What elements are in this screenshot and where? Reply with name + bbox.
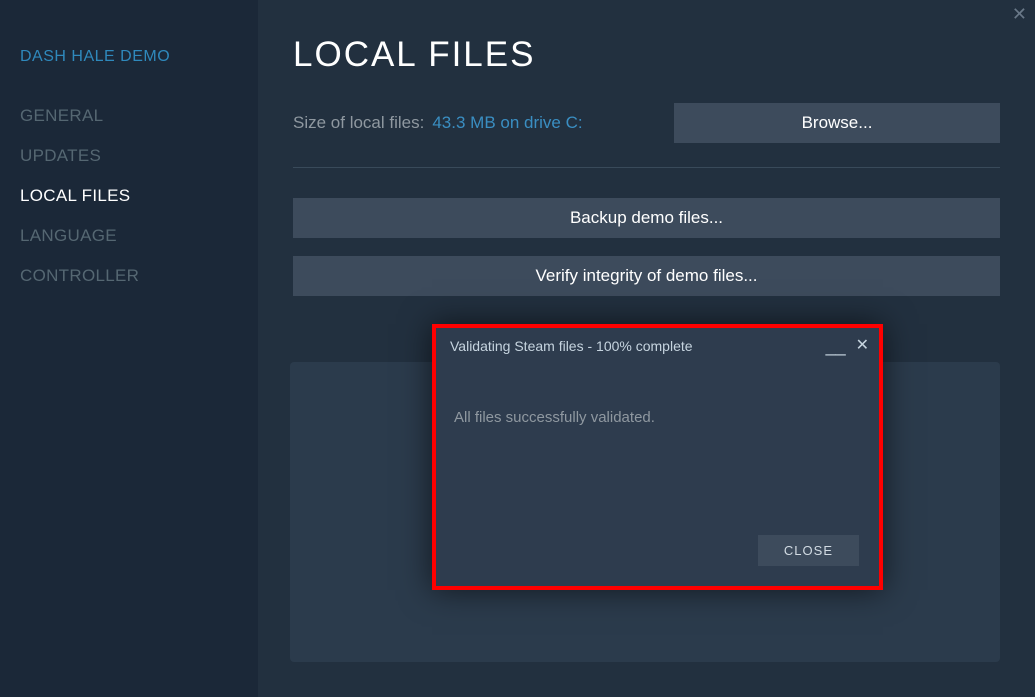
size-info: Size of local files: 43.3 MB on drive C: <box>293 113 583 133</box>
dialog-body: All files successfully validated. <box>436 354 879 535</box>
sidebar-item-updates[interactable]: UPDATES <box>20 136 238 176</box>
dialog-title: Validating Steam files - 100% complete <box>450 338 693 354</box>
backup-button[interactable]: Backup demo files... <box>293 198 1000 238</box>
sidebar-item-local-files[interactable]: LOCAL FILES <box>20 176 238 216</box>
dialog-message: All files successfully validated. <box>454 409 861 426</box>
close-icon[interactable]: ✕ <box>856 339 869 353</box>
sidebar-item-general[interactable]: GENERAL <box>20 96 238 136</box>
browse-button[interactable]: Browse... <box>674 103 1000 143</box>
verify-button[interactable]: Verify integrity of demo files... <box>293 256 1000 296</box>
dialog-close-button[interactable]: CLOSE <box>758 535 859 566</box>
window-close-icon[interactable]: ✕ <box>1012 4 1027 25</box>
sidebar-title: DASH HALE DEMO <box>20 48 238 66</box>
page-title: LOCAL FILES <box>293 35 1000 75</box>
dialog-titlebar: Validating Steam files - 100% complete _… <box>436 328 879 354</box>
sidebar-item-language[interactable]: LANGUAGE <box>20 216 238 256</box>
validation-dialog: Validating Steam files - 100% complete _… <box>432 324 883 590</box>
sidebar: DASH HALE DEMO GENERAL UPDATES LOCAL FIL… <box>0 0 258 697</box>
size-label: Size of local files: <box>293 113 424 133</box>
sidebar-item-controller[interactable]: CONTROLLER <box>20 256 238 296</box>
dialog-footer: CLOSE <box>436 535 879 586</box>
dialog-window-controls: __ ✕ <box>826 339 869 353</box>
minimize-icon[interactable]: __ <box>826 341 846 351</box>
size-value: 43.3 MB on drive C: <box>432 113 582 133</box>
size-row: Size of local files: 43.3 MB on drive C:… <box>293 103 1000 168</box>
